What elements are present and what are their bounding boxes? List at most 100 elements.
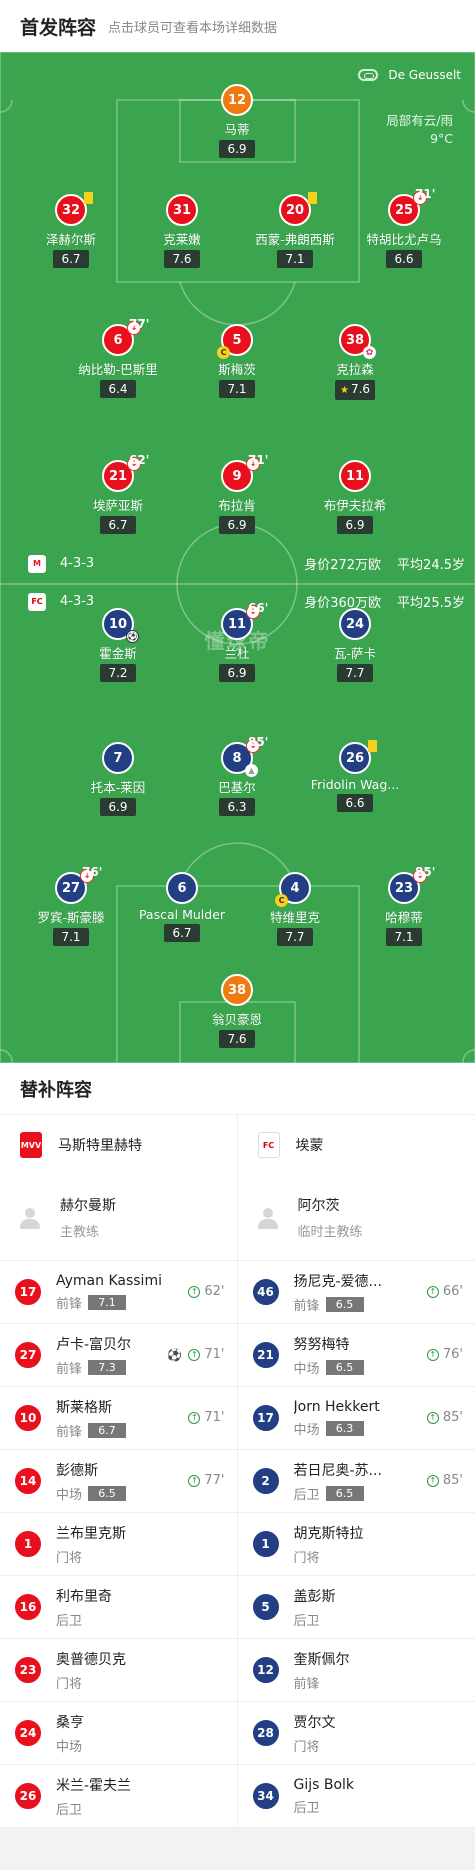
- sub-player-name: 斯莱格斯: [56, 1397, 166, 1417]
- away-player[interactable]: 38翁贝豪恩7.6: [182, 974, 292, 1048]
- sub-player-row[interactable]: 21努努梅特中场6.5↑76': [238, 1324, 475, 1387]
- away-coach[interactable]: 阿尔茨 临时主教练: [238, 1175, 475, 1261]
- sub-player-row[interactable]: 46扬尼克-爱德...前锋6.5↑66': [238, 1261, 475, 1324]
- sub-time: 66': [248, 601, 268, 615]
- player-number-badge: 6↓77': [102, 324, 134, 356]
- player-rating: 7.1: [53, 928, 89, 946]
- sub-in-icon: ↑: [188, 1286, 200, 1298]
- player-rating: 7.7: [277, 928, 313, 946]
- player-rating-value: 6.7: [172, 926, 191, 940]
- sub-in-info: ↑71': [188, 1410, 224, 1425]
- sub-player-row[interactable]: 27卢卡-富贝尔前锋7.3⚽↑71': [0, 1324, 237, 1387]
- home-logo-icon: M: [28, 555, 46, 573]
- sub-in-time: 71': [204, 1410, 224, 1425]
- player-number: 32: [62, 203, 80, 218]
- home-player[interactable]: 25↓71'特胡比尤卢乌6.6: [349, 194, 459, 268]
- player-rating-value: 6.3: [227, 800, 246, 814]
- sub-player-name: 盖彭斯: [294, 1586, 404, 1606]
- home-coach[interactable]: 赫尔曼斯 主教练: [0, 1175, 237, 1261]
- coach-avatar-icon: [256, 1206, 280, 1230]
- sub-player-rating: 6.5: [326, 1360, 364, 1375]
- sub-player-position: 后卫: [294, 1484, 320, 1503]
- away-player[interactable]: 10⚽霍金斯7.2: [63, 608, 173, 682]
- sub-player-name: 兰布里克斯: [56, 1523, 166, 1543]
- player-rating: 7.7: [337, 664, 373, 682]
- away-player[interactable]: 23↓85'哈穆蒂7.1: [349, 872, 459, 946]
- sub-player-number: 24: [14, 1719, 42, 1747]
- sub-player-row[interactable]: 12奎斯佩尔前锋: [238, 1639, 475, 1702]
- sub-player-position: 门将: [294, 1736, 320, 1755]
- player-number: 27: [62, 881, 80, 896]
- home-player[interactable]: 5C斯梅茨7.1: [182, 324, 292, 398]
- sub-player-position: 门将: [56, 1673, 82, 1692]
- player-number: 9: [232, 469, 241, 484]
- page-title: 首发阵容: [20, 13, 96, 40]
- sub-player-rating: 6.5: [326, 1486, 364, 1501]
- sub-player-row[interactable]: 1胡克斯特拉门将: [238, 1513, 475, 1576]
- player-number-badge: 25↓71': [388, 194, 420, 226]
- player-rating-value: 7.6: [172, 252, 191, 266]
- player-name: 西蒙-弗朗西斯: [240, 229, 350, 248]
- sub-player-number: 1: [14, 1530, 42, 1558]
- sub-player-row[interactable]: 14彭德斯中场6.5↑77': [0, 1450, 237, 1513]
- sub-player-number: 26: [14, 1782, 42, 1810]
- stadium-info: De Geusselt: [358, 68, 461, 82]
- away-player[interactable]: 7托本-莱因6.9: [63, 742, 173, 816]
- player-rating-value: 6.9: [227, 518, 246, 532]
- weather-condition: 局部有云/雨: [386, 112, 453, 130]
- player-number-badge: 11: [339, 460, 371, 492]
- sub-player-number: 28: [252, 1719, 280, 1747]
- away-player[interactable]: 6Pascal Mulder6.7: [127, 872, 237, 942]
- sub-player-row[interactable]: 34Gijs Bolk后卫: [238, 1765, 475, 1828]
- player-rating: 6.7: [164, 924, 200, 942]
- sub-player-row[interactable]: 17Ayman Kassimi前锋7.1↑62': [0, 1261, 237, 1324]
- away-player[interactable]: 4C特维里克7.7: [240, 872, 350, 946]
- sub-player-row[interactable]: 10斯莱格斯前锋6.7↑71': [0, 1387, 237, 1450]
- sub-player-name: 扬尼克-爱德...: [294, 1271, 404, 1291]
- sub-player-row[interactable]: 1 兰布里克斯门将: [0, 1513, 237, 1576]
- player-number-badge: 32: [55, 194, 87, 226]
- sub-player-row[interactable]: 23奥普德贝克门将: [0, 1639, 237, 1702]
- away-player[interactable]: 11↓66'兰杜6.9: [182, 608, 292, 682]
- sub-player-row[interactable]: 28贾尔文门将: [238, 1702, 475, 1765]
- player-name: 布拉肯: [182, 495, 292, 514]
- sub-player-name: 卢卡-富贝尔: [56, 1334, 166, 1354]
- sub-player-row[interactable]: 16利布里奇后卫: [0, 1576, 237, 1639]
- sub-player-name: 若日尼奥-苏...: [294, 1460, 404, 1480]
- sub-player-row[interactable]: 2若日尼奥-苏...后卫6.5↑85': [238, 1450, 475, 1513]
- home-player[interactable]: 12马蒂6.9: [182, 84, 292, 158]
- sub-player-number: 34: [252, 1782, 280, 1810]
- player-rating-value: 6.7: [108, 518, 127, 532]
- player-number: 24: [346, 617, 364, 632]
- sub-player-position: 后卫: [294, 1797, 320, 1816]
- home-player[interactable]: 38✿克拉森★7.6: [300, 324, 410, 400]
- player-number: 7: [113, 751, 122, 766]
- home-subs-team: MVV 马斯特里赫特: [0, 1115, 237, 1175]
- home-player[interactable]: 21↓62'埃萨亚斯6.7: [63, 460, 173, 534]
- subs-section-title: 替补阵容: [0, 1063, 475, 1115]
- sub-player-position: 中场: [56, 1484, 82, 1503]
- home-player[interactable]: 20西蒙-弗朗西斯7.1: [240, 194, 350, 268]
- home-player[interactable]: 6↓77'纳比勒-巴斯里6.4: [63, 324, 173, 398]
- sub-player-rating: 6.7: [88, 1423, 126, 1438]
- player-name: 马蒂: [182, 119, 292, 138]
- home-player[interactable]: 9↓71'布拉肯6.9: [182, 460, 292, 534]
- player-rating: 6.9: [219, 140, 255, 158]
- home-player[interactable]: 11布伊夫拉希6.9: [300, 460, 410, 534]
- sub-player-row[interactable]: 26米兰-霍夫兰后卫: [0, 1765, 237, 1828]
- sub-player-position: 门将: [56, 1547, 82, 1566]
- sub-player-row[interactable]: 24桑亨中场: [0, 1702, 237, 1765]
- away-player[interactable]: 27↓76'罗宾-斯豪滕7.1: [16, 872, 126, 946]
- away-player[interactable]: 24瓦-萨卡7.7: [300, 608, 410, 682]
- player-rating-value: 7.1: [61, 930, 80, 944]
- sub-in-time: 77': [204, 1473, 224, 1488]
- away-player[interactable]: 8↓85'▲巴基尔6.3: [182, 742, 292, 816]
- home-player[interactable]: 31克莱嫩7.6: [127, 194, 237, 268]
- player-name: 哈穆蒂: [349, 907, 459, 926]
- away-player[interactable]: 26Fridolin Wag...6.6: [300, 742, 410, 812]
- player-number: 4: [290, 881, 299, 896]
- home-player[interactable]: 32泽赫尔斯6.7: [16, 194, 126, 268]
- sub-player-row[interactable]: 5盖彭斯后卫: [238, 1576, 475, 1639]
- player-name: 斯梅茨: [182, 359, 292, 378]
- sub-player-row[interactable]: 17Jorn Hekkert中场6.3↑85': [238, 1387, 475, 1450]
